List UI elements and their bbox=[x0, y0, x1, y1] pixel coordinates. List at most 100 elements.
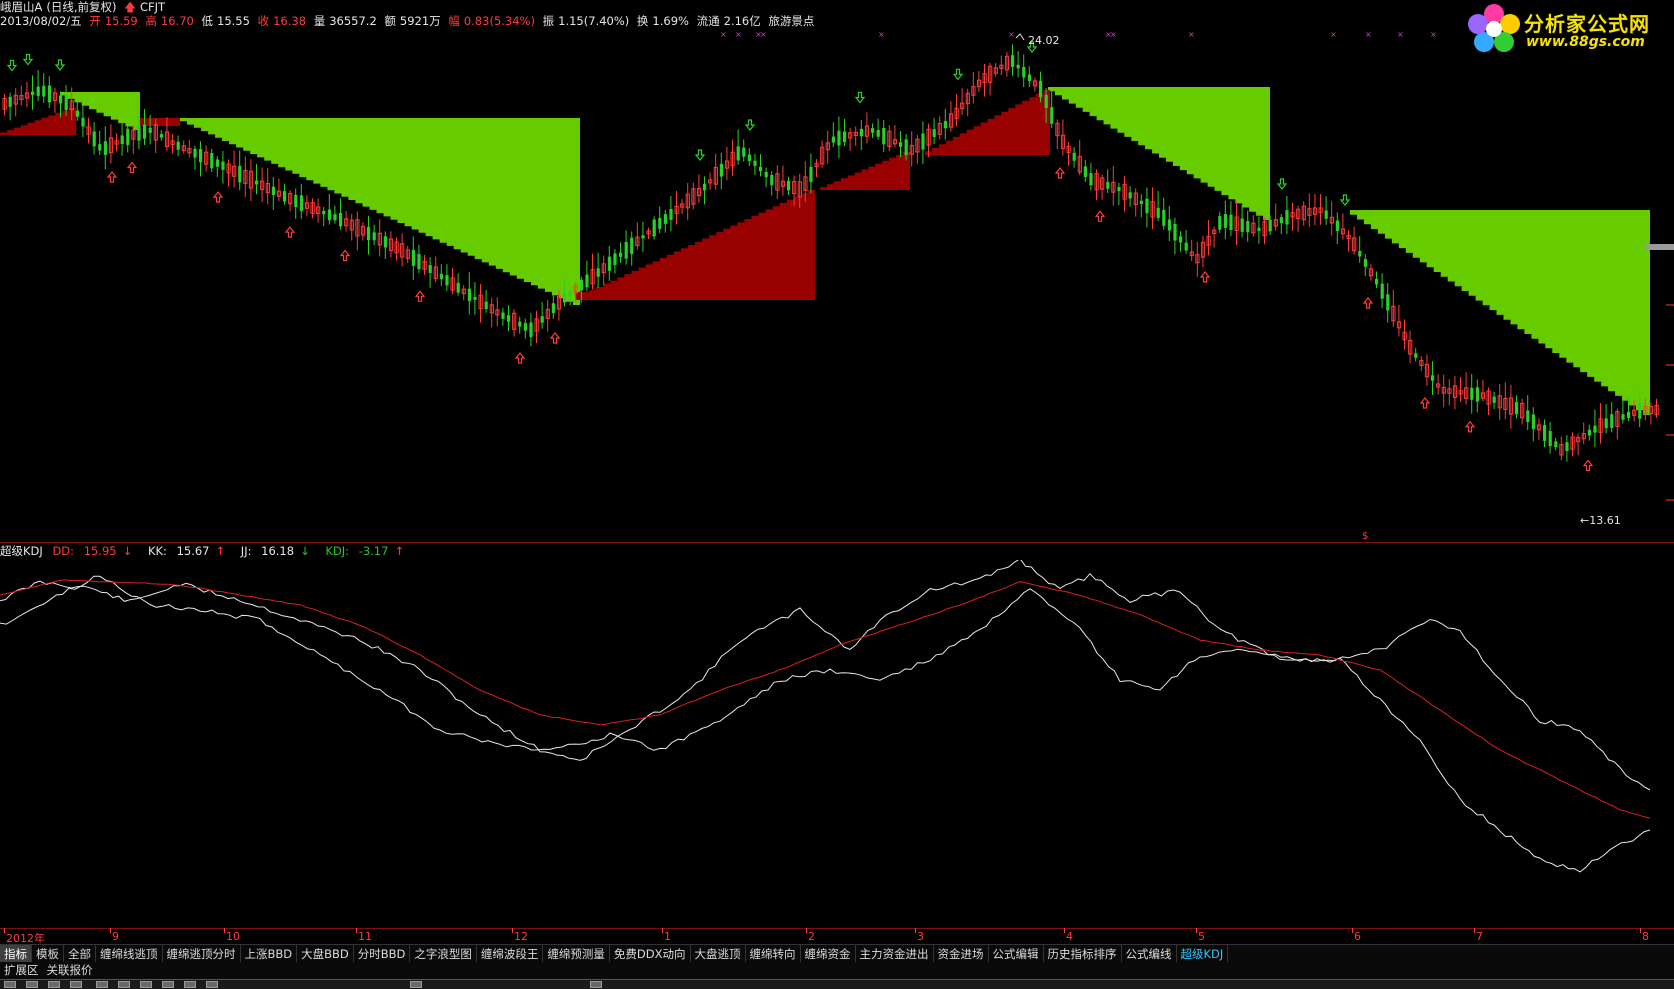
low-label: 低 bbox=[201, 14, 214, 28]
candle-body bbox=[439, 273, 443, 280]
candle-body bbox=[1593, 425, 1597, 433]
toolbar-icon[interactable] bbox=[70, 981, 82, 988]
candle-body bbox=[64, 94, 68, 110]
buy-arrow-icon bbox=[514, 352, 526, 364]
candle-body bbox=[1554, 441, 1558, 448]
tab-9[interactable]: 缠绵波段王 bbox=[477, 945, 544, 963]
toolbar-icon[interactable] bbox=[410, 981, 422, 988]
candle-body bbox=[176, 141, 180, 150]
change-value: 0.83(5.34%) bbox=[463, 14, 535, 28]
candle-body bbox=[1011, 55, 1015, 67]
candle-body bbox=[904, 139, 908, 156]
toolbar-icon[interactable] bbox=[162, 981, 174, 988]
sell-arrow-icon bbox=[1276, 178, 1288, 190]
candle-body bbox=[1223, 214, 1227, 228]
tab-13[interactable]: 缠绵转向 bbox=[746, 945, 801, 963]
sell-arrow-icon bbox=[744, 119, 756, 131]
price-cursor-marker bbox=[1646, 244, 1674, 250]
candle-body bbox=[1638, 402, 1642, 419]
high-value: 16.70 bbox=[160, 14, 194, 28]
toolbar-icon[interactable] bbox=[590, 981, 602, 988]
tab-5[interactable]: 上涨BBD bbox=[241, 945, 298, 963]
tab-10[interactable]: 缠绵预测量 bbox=[543, 945, 610, 963]
up-arrow-icon: ↑ bbox=[215, 544, 226, 558]
tab-0[interactable]: 指标 bbox=[0, 945, 32, 963]
candle-body bbox=[1324, 210, 1328, 219]
candle-body bbox=[36, 86, 40, 96]
candle-body bbox=[1431, 375, 1435, 381]
dd-label: DD: bbox=[52, 544, 75, 558]
candle-body bbox=[624, 241, 628, 259]
toolbar-icon[interactable] bbox=[4, 981, 16, 988]
quote-date: 2013/08/02/五 bbox=[0, 14, 82, 28]
candle-body bbox=[843, 131, 847, 142]
kdj-indicator-name[interactable]: 超级KDJ bbox=[0, 544, 43, 558]
candle-body bbox=[199, 148, 203, 163]
toolbar-icon[interactable] bbox=[206, 981, 218, 988]
tab-2[interactable]: 全部 bbox=[64, 945, 96, 963]
x-mark: × bbox=[760, 30, 767, 39]
tab-1[interactable]: 模板 bbox=[32, 945, 64, 963]
tab-12[interactable]: 大盘逃顶 bbox=[691, 945, 746, 963]
toolbar-icon[interactable] bbox=[26, 981, 38, 988]
candle-body bbox=[652, 219, 656, 237]
candle-body bbox=[507, 315, 511, 322]
tab-20[interactable]: 超级KDJ bbox=[1177, 945, 1229, 963]
top-x-marks: × × ×× × × ×× × × × × × bbox=[720, 30, 1437, 39]
tab-6[interactable]: 大盘BBD bbox=[297, 945, 354, 963]
tab-18[interactable]: 历史指标排序 bbox=[1044, 945, 1122, 963]
candle-body bbox=[1246, 220, 1250, 233]
toolbar-icon[interactable] bbox=[140, 981, 152, 988]
candle-body bbox=[787, 180, 791, 191]
buy-arrow-icon bbox=[414, 290, 426, 302]
toolbar-icon[interactable] bbox=[118, 981, 130, 988]
date-tick-mark bbox=[224, 928, 225, 933]
candlestick-chart[interactable]: × × ×× × × ×× × × × × × 24.02 ←13.61 $ bbox=[0, 30, 1674, 542]
tab-16[interactable]: 资金进场 bbox=[934, 945, 989, 963]
tab-4[interactable]: 缠绵逃顶分时 bbox=[163, 945, 241, 963]
date-tick-mark bbox=[806, 928, 807, 933]
candle-body bbox=[501, 312, 505, 319]
buy-arrow-icon bbox=[126, 161, 138, 174]
x-mark: × bbox=[1110, 30, 1117, 39]
date-tick-label: 10 bbox=[226, 930, 240, 943]
date-tick-mark bbox=[4, 928, 5, 933]
kk-value: 15.67 bbox=[176, 544, 210, 558]
buy-arrow-icon bbox=[1419, 397, 1431, 409]
tab-14[interactable]: 缠绵资金 bbox=[801, 945, 856, 963]
x-mark: × bbox=[1365, 30, 1372, 39]
candle-body bbox=[809, 166, 813, 182]
ext-tab-0[interactable]: 扩展区 bbox=[0, 962, 43, 979]
tab-15[interactable]: 主力资金进出 bbox=[856, 945, 934, 963]
tab-7[interactable]: 分时BBD bbox=[354, 945, 411, 963]
kk-label: KK: bbox=[147, 544, 167, 558]
candle-body bbox=[417, 254, 421, 270]
candle-body bbox=[103, 141, 107, 155]
tab-19[interactable]: 公式编线 bbox=[1122, 945, 1177, 963]
date-tick-label: 11 bbox=[358, 930, 372, 943]
candle-body bbox=[523, 323, 527, 331]
x-mark: × bbox=[1430, 30, 1437, 39]
candle-body bbox=[630, 237, 634, 254]
toolbar-icon[interactable] bbox=[96, 981, 108, 988]
kdj-chart[interactable] bbox=[0, 560, 1674, 928]
toolbar-icon[interactable] bbox=[184, 981, 196, 988]
tab-3[interactable]: 缠绵线逃顶 bbox=[96, 945, 163, 963]
stock-name[interactable]: 峨眉山A bbox=[0, 0, 42, 14]
buy-arrow-icon bbox=[339, 249, 351, 262]
candle-body bbox=[322, 210, 326, 215]
x-mark: × bbox=[1188, 30, 1195, 39]
indicator-tag[interactable]: CFJT bbox=[140, 0, 165, 14]
candle-body bbox=[59, 95, 63, 104]
tab-11[interactable]: 免费DDX动向 bbox=[610, 945, 691, 963]
candle-body bbox=[1027, 74, 1031, 82]
volume-value: 36557.2 bbox=[329, 14, 377, 28]
high-price-mark: 24.02 bbox=[1028, 34, 1060, 47]
toolbar-icon[interactable] bbox=[48, 981, 60, 988]
ext-tab-1[interactable]: 关联报价 bbox=[43, 962, 97, 979]
tab-17[interactable]: 公式编辑 bbox=[989, 945, 1044, 963]
tab-8[interactable]: 之字浪型图 bbox=[410, 945, 477, 963]
red-band bbox=[925, 90, 1050, 155]
change-label: 幅 bbox=[448, 14, 460, 28]
kdj-line-slow bbox=[0, 575, 1651, 873]
